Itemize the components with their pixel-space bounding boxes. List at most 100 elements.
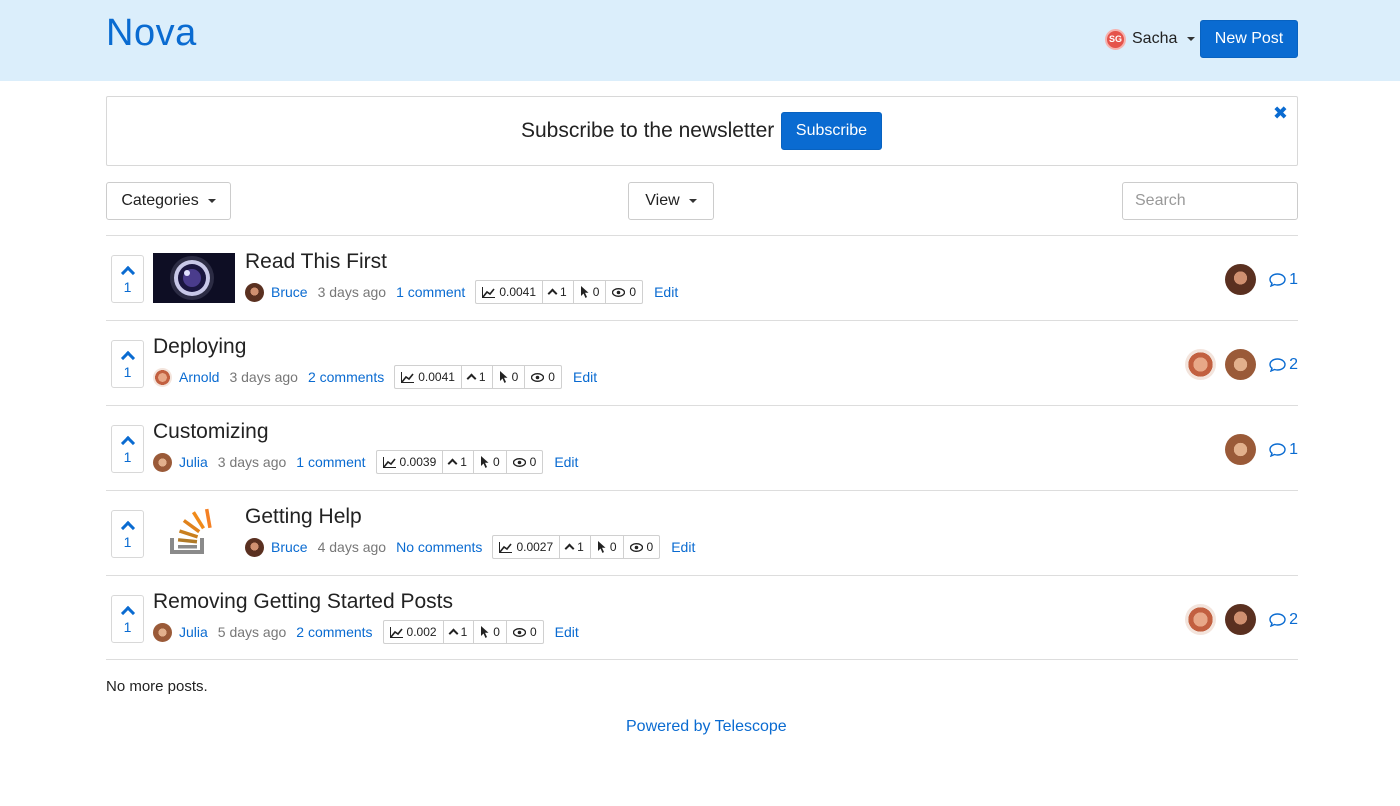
post-stats: 0.0041 1 0 0	[394, 365, 562, 389]
post-stats: 0.0027 1 0 0	[492, 535, 661, 559]
trending-icon	[499, 541, 513, 553]
views-value: 0	[529, 455, 537, 469]
caret-down-icon	[1187, 37, 1196, 41]
upvote-icon	[448, 628, 459, 639]
upvote-icon	[564, 543, 575, 554]
post-time: 3 days ago	[217, 454, 287, 470]
subscribe-button[interactable]: Subscribe	[781, 112, 882, 150]
comments-link[interactable]: 1 comment	[396, 284, 465, 300]
comments-link[interactable]: 1 comment	[296, 454, 365, 470]
edit-link[interactable]: Edit	[654, 284, 678, 300]
comments-link[interactable]: No comments	[396, 539, 482, 555]
clicks-value: 0	[511, 370, 519, 384]
commenter-avatar[interactable]	[1225, 264, 1257, 295]
categories-label: Categories	[121, 192, 199, 209]
comment-count[interactable]: 2	[1269, 611, 1298, 629]
chevron-up-icon	[120, 435, 135, 451]
post-item: 1 Deploying Arnold 3 days ago 2 comments…	[106, 321, 1298, 406]
upvote-button[interactable]: 1	[111, 510, 144, 558]
post-thumbnail[interactable]	[153, 508, 235, 558]
commenter-avatar[interactable]	[1225, 434, 1257, 465]
comment-icon	[1269, 357, 1286, 372]
score-value: 0.0041	[418, 370, 455, 384]
commenters: 1	[1225, 264, 1298, 295]
close-icon[interactable]: ✖	[1273, 103, 1288, 124]
post-title[interactable]: Customizing	[153, 420, 269, 444]
post-title[interactable]: Read This First	[245, 250, 387, 274]
author-avatar[interactable]	[153, 452, 172, 472]
post-stats: 0.0041 1 0 0	[475, 280, 644, 304]
upvotes-value: 1	[460, 455, 467, 469]
author-avatar[interactable]	[153, 367, 172, 387]
post-time: 3 days ago	[317, 284, 387, 300]
chevron-up-icon	[120, 520, 135, 536]
eye-icon	[531, 372, 545, 382]
new-post-button[interactable]: New Post	[1200, 20, 1298, 58]
author-avatar[interactable]	[153, 622, 172, 642]
comments-link[interactable]: 2 comments	[296, 624, 372, 640]
commenter-avatar[interactable]	[1185, 349, 1217, 380]
score-value: 0.0027	[516, 540, 554, 554]
post-title[interactable]: Getting Help	[245, 505, 362, 529]
trending-icon	[382, 456, 396, 468]
post-time: 3 days ago	[229, 369, 298, 385]
chevron-up-icon	[120, 350, 135, 366]
vote-count: 1	[123, 449, 132, 465]
views-value: 0	[529, 625, 537, 639]
edit-link[interactable]: Edit	[573, 369, 597, 385]
post-title[interactable]: Removing Getting Started Posts	[153, 590, 453, 614]
powered-by-link[interactable]: Powered by Telescope	[626, 718, 787, 736]
post-title[interactable]: Deploying	[153, 335, 246, 359]
upvote-icon	[447, 458, 458, 469]
cursor-icon	[597, 541, 606, 553]
comment-icon	[1269, 612, 1286, 627]
caret-down-icon	[207, 199, 216, 203]
clicks-value: 0	[592, 285, 600, 299]
upvotes-value: 1	[478, 370, 486, 384]
clicks-value: 0	[492, 455, 500, 469]
upvotes-value: 1	[560, 285, 567, 299]
comment-count[interactable]: 1	[1269, 441, 1298, 459]
search-input[interactable]	[1122, 182, 1298, 220]
chevron-up-icon	[120, 605, 135, 621]
commenter-avatar[interactable]	[1185, 604, 1217, 635]
post-thumbnail[interactable]	[153, 253, 235, 303]
author-link[interactable]: Bruce	[271, 539, 308, 555]
upvote-button[interactable]: 1	[111, 340, 144, 388]
comments-link[interactable]: 2 comments	[308, 369, 384, 385]
eye-icon	[612, 287, 626, 297]
site-logo[interactable]: Nova	[106, 12, 197, 55]
edit-link[interactable]: Edit	[555, 624, 579, 640]
user-menu[interactable]: SG Sacha	[1105, 28, 1196, 50]
upvote-button[interactable]: 1	[111, 255, 144, 303]
trending-icon	[401, 371, 415, 383]
author-avatar[interactable]	[245, 282, 264, 302]
commenters: 2	[1185, 349, 1298, 380]
upvote-button[interactable]: 1	[111, 595, 144, 643]
stackoverflow-logo-icon	[170, 508, 212, 554]
cursor-icon	[580, 286, 589, 298]
commenter-avatar[interactable]	[1225, 349, 1257, 380]
edit-link[interactable]: Edit	[671, 539, 695, 555]
post-stats: 0.0039 1 0 0	[375, 450, 544, 474]
author-link[interactable]: Bruce	[271, 284, 308, 300]
cursor-icon	[481, 626, 489, 638]
comment-count[interactable]: 1	[1269, 271, 1298, 289]
chevron-up-icon	[120, 265, 135, 281]
author-link[interactable]: Julia	[179, 454, 208, 470]
edit-link[interactable]: Edit	[554, 454, 578, 470]
author-link[interactable]: Arnold	[179, 369, 219, 385]
categories-dropdown[interactable]: Categories	[106, 182, 231, 220]
header-bar: Nova SG Sacha New Post	[0, 0, 1400, 81]
author-link[interactable]: Julia	[179, 624, 208, 640]
upvote-button[interactable]: 1	[111, 425, 144, 473]
view-dropdown[interactable]: View	[628, 182, 714, 220]
cursor-icon	[480, 456, 489, 468]
views-value: 0	[629, 285, 637, 299]
post-item: 1 Removing Getting Started Posts Julia 5…	[106, 576, 1298, 661]
score-value: 0.002	[406, 625, 437, 639]
comment-count[interactable]: 2	[1269, 356, 1298, 374]
views-value: 0	[548, 370, 555, 384]
author-avatar[interactable]	[245, 537, 264, 557]
commenter-avatar[interactable]	[1225, 604, 1257, 635]
